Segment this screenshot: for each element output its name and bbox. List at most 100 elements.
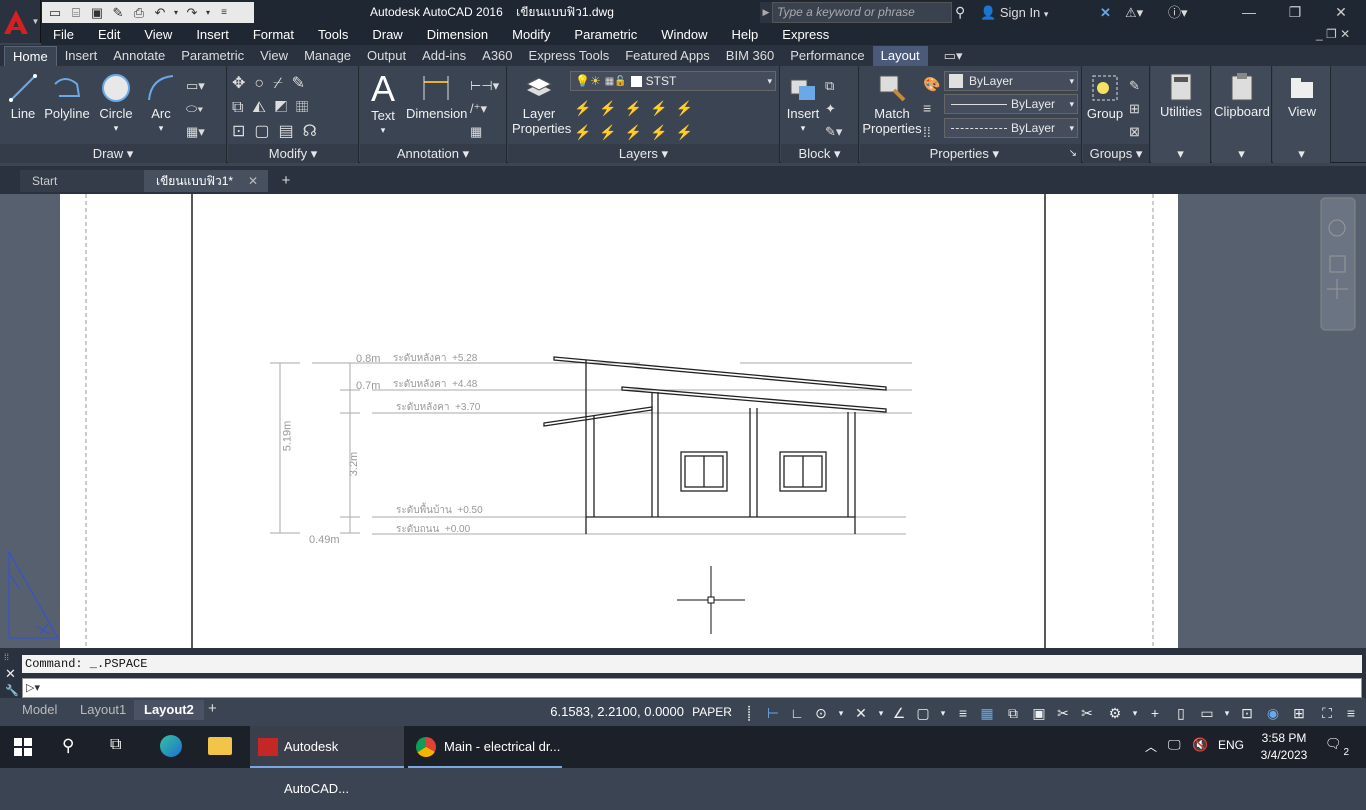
taskbar-autocad[interactable]: Autodesk AutoCAD... (250, 726, 404, 796)
exchange-icon[interactable]: ✕ (1100, 0, 1118, 25)
language-indicator[interactable]: ENG (1218, 738, 1244, 752)
cmd-grip-icon[interactable]: ⁞⁞ (4, 652, 9, 662)
show-hidden-icons[interactable]: ︿ (1145, 738, 1157, 755)
menu-window[interactable]: Window (649, 25, 719, 45)
tab-bim360[interactable]: BIM 360 (718, 46, 782, 66)
annotation-monitor-icon[interactable]: + (1146, 704, 1164, 722)
annotation-small-tools[interactable]: ⊢⊣▾/⁺▾ ▦ (470, 74, 499, 143)
layout-tab-layout2[interactable]: Layout2 (134, 700, 204, 720)
new-tab-icon[interactable]: + (276, 171, 296, 191)
dynamic-input-dropdown-icon[interactable]: ▾ (934, 704, 952, 722)
open-icon[interactable]: ⌸ (67, 5, 85, 21)
lineweight-icon[interactable]: ≡ (954, 704, 972, 722)
clock[interactable]: 3:58 PM 3/4/2023 (1252, 730, 1316, 764)
menu-express[interactable]: Express (770, 25, 841, 45)
utilities-button[interactable]: Utilities (1153, 72, 1209, 119)
annotation-panel-title[interactable]: Annotation ▾ (360, 144, 506, 163)
groups-panel-title[interactable]: Groups ▾ (1083, 144, 1149, 163)
draw-panel-title[interactable]: Draw ▾ (0, 144, 226, 163)
hardware-acceleration-icon[interactable]: ⊞ (1290, 704, 1308, 722)
customize-qat-icon[interactable]: ≡ (215, 5, 233, 21)
layers-panel-title[interactable]: Layers ▾ (508, 144, 779, 163)
notification-center-icon[interactable]: 🗨 2 (1325, 736, 1349, 758)
start-tab[interactable]: Start (20, 170, 144, 192)
insert-button[interactable]: Insert ▾ (783, 72, 823, 136)
cmd-close-icon[interactable]: ✕ (5, 666, 16, 682)
volume-muted-icon[interactable]: 🔇 (1192, 737, 1208, 753)
save-icon[interactable]: ▣ (88, 5, 106, 21)
annotation-visibility-icon[interactable]: ✂ (1054, 704, 1072, 722)
drawing-canvas[interactable] (0, 194, 1366, 648)
workspace-dropdown-icon[interactable]: ▾ (1126, 704, 1144, 722)
doc-window-controls[interactable]: _ ❐ ✕ (1316, 27, 1350, 41)
clipboard-dropdown-icon[interactable]: ▾ (1212, 144, 1271, 163)
menu-file[interactable]: File (41, 25, 86, 45)
new-icon[interactable]: ▭ (46, 5, 64, 21)
group-button[interactable]: Group (1085, 72, 1125, 121)
osnap-icon[interactable]: ✕ (852, 704, 870, 722)
menu-view[interactable]: View (132, 25, 184, 45)
application-menu-button[interactable]: ▼ (0, 0, 41, 43)
block-panel-title[interactable]: Block ▾ (781, 144, 858, 163)
modify-panel-title[interactable]: Modify ▾ (228, 144, 358, 163)
menu-insert[interactable]: Insert (184, 25, 241, 45)
navigation-bar[interactable] (1320, 197, 1356, 331)
autoscale-icon[interactable]: ✂ (1078, 704, 1096, 722)
menu-edit[interactable]: Edit (86, 25, 132, 45)
autodesk360-icon[interactable]: ⚠▾ (1125, 0, 1153, 25)
add-layout-icon[interactable]: + (208, 700, 217, 717)
tab-express-tools[interactable]: Express Tools (521, 46, 618, 66)
lineweight-dropdown[interactable]: ByLayer ▾ (944, 118, 1078, 138)
transparency-icon[interactable]: ▦ (978, 704, 996, 722)
layout-tab-model[interactable]: Model (12, 700, 67, 720)
arc-button[interactable]: Arc ▾ (142, 72, 180, 136)
command-input[interactable] (22, 678, 1362, 698)
tab-home[interactable]: Home (4, 46, 57, 66)
menu-format[interactable]: Format (241, 25, 306, 45)
search-icon[interactable]: ⚲ (62, 736, 74, 756)
view-panel[interactable]: View ▾ (1273, 66, 1331, 163)
groups-small-tools[interactable]: ✎ ⊞ ⊠ (1129, 74, 1140, 143)
properties-panel-title[interactable]: Properties ▾ ↘ (860, 144, 1081, 163)
edge-icon[interactable] (160, 735, 182, 757)
sign-in-button[interactable]: 👤 Sign In ▾ (980, 0, 1090, 25)
tab-performance[interactable]: Performance (782, 46, 872, 66)
layer-tool-icons[interactable]: ⚡⚡⚡⚡⚡ ⚡⚡⚡⚡⚡ (574, 96, 701, 144)
binoculars-icon[interactable]: ⚲ (955, 0, 975, 25)
tab-parametric[interactable]: Parametric (173, 46, 252, 66)
clipboard-button[interactable]: Clipboard (1214, 72, 1270, 119)
paper-space-toggle[interactable]: PAPER (690, 700, 734, 724)
help-icon[interactable]: ⓘ▾ (1168, 0, 1198, 25)
color-dropdown[interactable]: ByLayer ▾ (944, 71, 1078, 91)
view-button[interactable]: View (1275, 72, 1329, 119)
tab-a360[interactable]: A360 (474, 46, 520, 66)
taskbar-chrome[interactable]: Main - electrical dr... (408, 726, 562, 768)
tab-annotate[interactable]: Annotate (105, 46, 173, 66)
selection-cycling-icon[interactable]: ⧉ (1004, 704, 1022, 722)
tab-add-ins[interactable]: Add-ins (414, 46, 474, 66)
menu-tools[interactable]: Tools (306, 25, 360, 45)
undo-dropdown-icon[interactable]: ▾ (172, 5, 180, 21)
grid-icon[interactable]: ⊢ (764, 704, 782, 722)
menu-help[interactable]: Help (720, 25, 771, 45)
dimension-button[interactable]: Dimension (406, 72, 467, 121)
drawing-tab[interactable]: เขียนแบบฟิว1* ✕ (144, 170, 268, 192)
utilities-panel[interactable]: Utilities ▾ (1151, 66, 1211, 163)
clean-screen-icon[interactable]: ⛶ (1318, 704, 1336, 722)
isolate-objects-icon[interactable]: ◉ (1264, 704, 1282, 722)
snap-icon[interactable]: ⸽ (740, 704, 758, 722)
clipboard-panel[interactable]: Clipboard ▾ (1212, 66, 1272, 163)
lock-ui-icon[interactable]: ⊡ (1238, 704, 1256, 722)
dynamic-input-icon[interactable]: ▢ (914, 704, 932, 722)
units-icon[interactable]: ▯ (1172, 704, 1190, 722)
utilities-dropdown-icon[interactable]: ▾ (1151, 144, 1210, 163)
minimize-button[interactable]: — (1226, 0, 1272, 25)
menu-dimension[interactable]: Dimension (415, 25, 500, 45)
tab-layout[interactable]: Layout (872, 46, 928, 66)
undo-icon[interactable]: ↶ (151, 5, 169, 21)
modify-tool-icons[interactable]: ✥○⌿✎ ⧉◭◩▦ ⊡▢▤☊ (232, 72, 326, 144)
tab-featured-apps[interactable]: Featured Apps (617, 46, 718, 66)
tab-output[interactable]: Output (359, 46, 414, 66)
cmd-settings-icon[interactable]: 🔧 (5, 684, 19, 697)
search-expand-icon[interactable]: ▶ (760, 2, 772, 23)
